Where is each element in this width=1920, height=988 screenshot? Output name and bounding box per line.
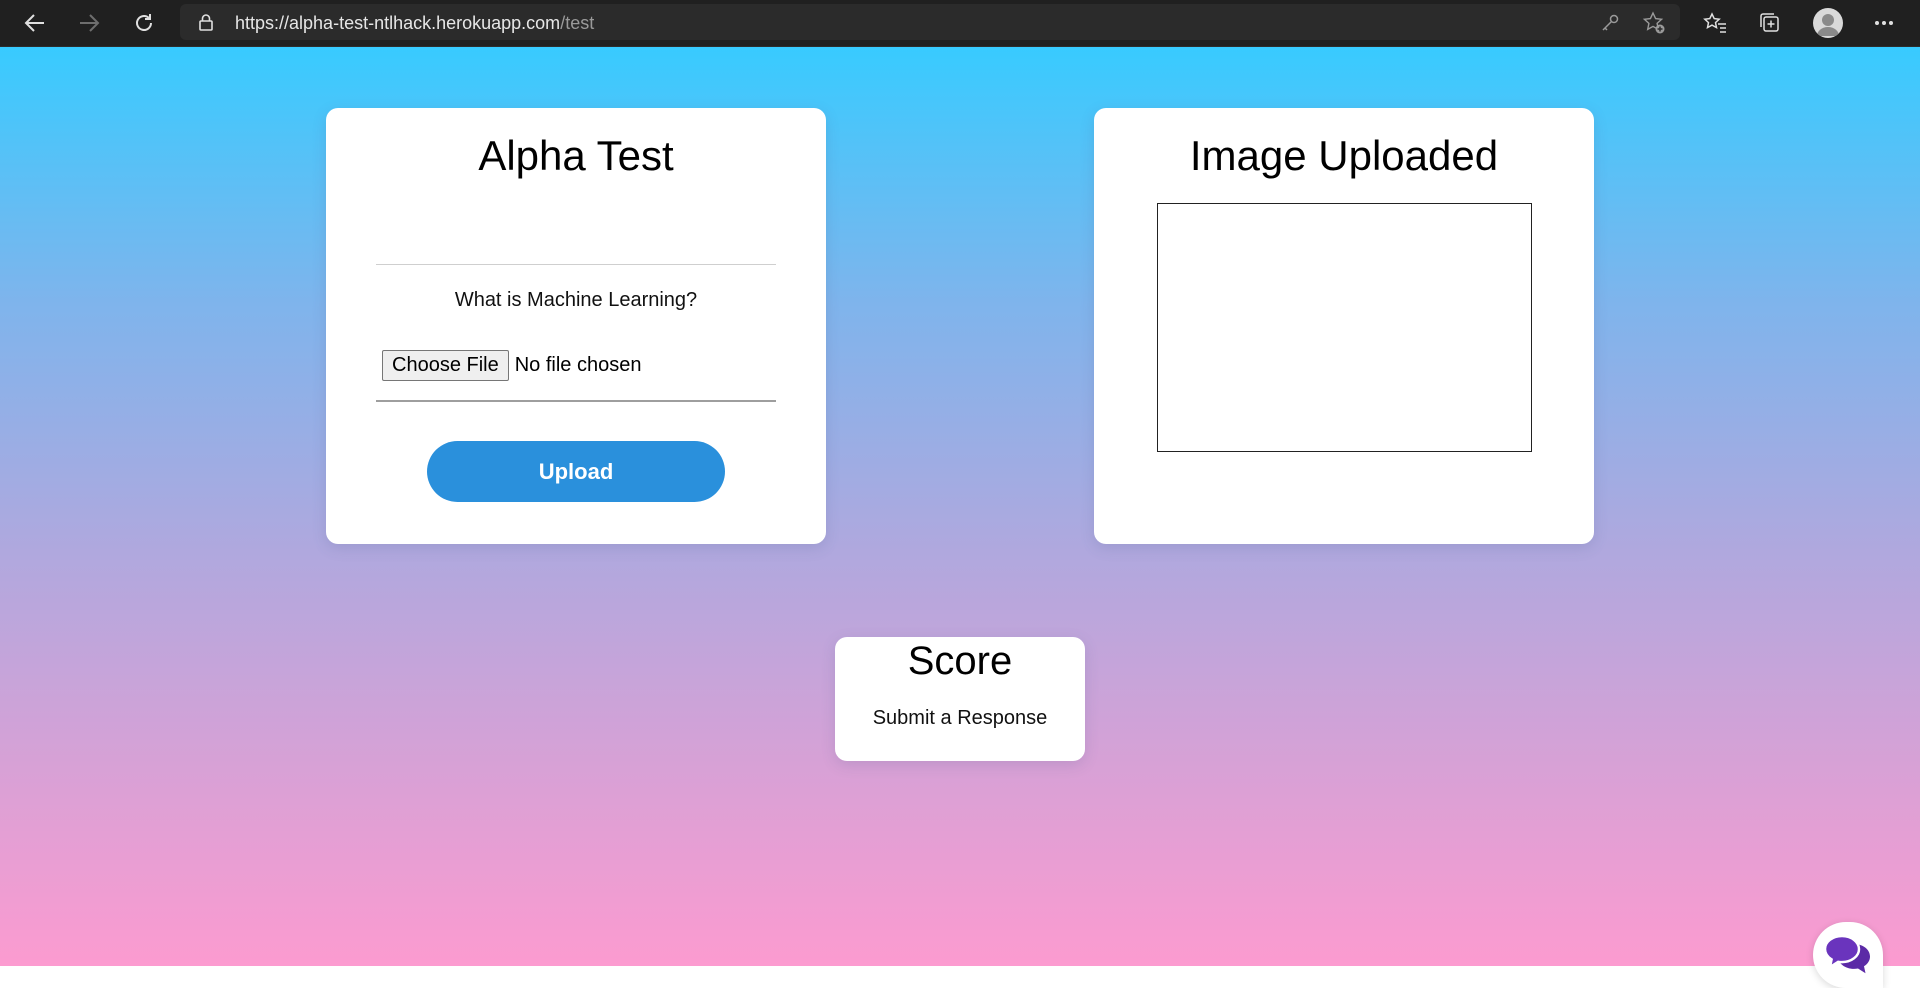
- image-uploaded-card: Image Uploaded: [1094, 108, 1594, 544]
- score-message: Submit a Response: [872, 707, 1048, 729]
- chat-bubbles-icon[interactable]: [1813, 922, 1883, 988]
- score-card: Score Submit a Response: [835, 637, 1085, 761]
- card-title: Image Uploaded: [1189, 132, 1499, 179]
- image-preview: [1157, 203, 1532, 452]
- more-icon[interactable]: [1868, 7, 1900, 39]
- lock-icon[interactable]: [198, 13, 214, 36]
- divider: [376, 264, 776, 265]
- collections-icon[interactable]: [1754, 7, 1786, 39]
- url-path: /test: [560, 13, 595, 33]
- file-input[interactable]: Choose File No file chosen: [382, 350, 641, 381]
- card-title: Alpha Test: [478, 132, 674, 179]
- choose-file-button[interactable]: Choose File: [382, 350, 509, 381]
- url-text[interactable]: https://alpha-test-ntlhack.herokuapp.com…: [235, 13, 594, 34]
- alpha-test-card: Alpha Test What is Machine Learning? Cho…: [326, 108, 826, 544]
- favorites-icon[interactable]: [1699, 7, 1731, 39]
- file-status-text: No file chosen: [514, 354, 642, 376]
- url-host: https://alpha-test-ntlhack.herokuapp.com: [235, 13, 561, 33]
- upload-button[interactable]: Upload: [427, 441, 725, 502]
- score-title: Score: [907, 639, 1013, 683]
- question-text: What is Machine Learning?: [454, 289, 698, 311]
- browser-toolbar: https://alpha-test-ntlhack.herokuapp.com…: [0, 0, 1920, 47]
- add-favorite-icon[interactable]: [1642, 11, 1666, 35]
- input-underline: [376, 400, 776, 402]
- profile-icon[interactable]: [1813, 8, 1843, 38]
- refresh-icon[interactable]: [128, 7, 160, 39]
- address-bar[interactable]: https://alpha-test-ntlhack.herokuapp.com…: [180, 4, 1680, 40]
- back-icon[interactable]: [19, 7, 51, 39]
- page-background: Alpha Test What is Machine Learning? Cho…: [0, 47, 1920, 988]
- key-icon[interactable]: [1598, 11, 1622, 35]
- forward-icon[interactable]: [73, 7, 105, 39]
